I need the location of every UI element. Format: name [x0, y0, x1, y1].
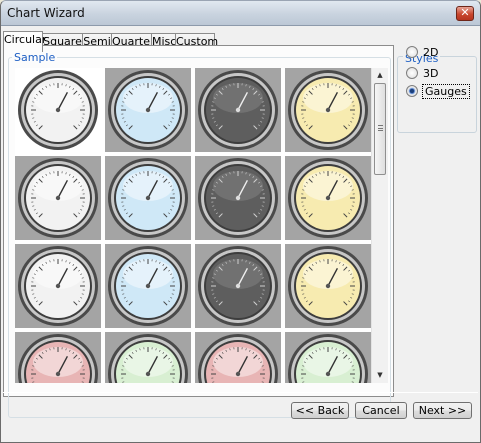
- gauge-thumbnail-blue[interactable]: [105, 68, 191, 152]
- back-button[interactable]: << Back: [291, 402, 349, 419]
- gauge-thumbnail-dark[interactable]: [195, 156, 281, 240]
- gauge-icon: [198, 246, 278, 326]
- style-option-2d[interactable]: 2D: [406, 45, 438, 59]
- gauge-icon: [108, 70, 188, 150]
- sample-label: Sample: [12, 51, 58, 64]
- gauge-thumbnail-white[interactable]: [15, 244, 101, 328]
- style-option-label: 2D: [423, 45, 439, 59]
- style-option-label: 3D: [423, 66, 439, 80]
- gauge-icon: [198, 158, 278, 238]
- gauge-thumbnail-blue[interactable]: [105, 244, 191, 328]
- scroll-up-arrow-icon[interactable]: ▲: [372, 68, 388, 83]
- close-button[interactable]: ✕: [456, 6, 474, 21]
- gauge-icon: [18, 70, 98, 150]
- dialog-content: Circular Square Semi Quarter Misc Custom…: [1, 26, 480, 442]
- chart-wizard-window: Chart Wizard ✕ Circular Square Semi Quar…: [0, 0, 481, 443]
- cancel-button[interactable]: Cancel: [355, 402, 407, 419]
- scroll-down-arrow-icon[interactable]: ▼: [372, 368, 388, 383]
- gauge-icon: [18, 334, 98, 383]
- scroll-thumb[interactable]: [374, 83, 386, 175]
- style-option-3d[interactable]: 3D: [406, 66, 438, 80]
- footer-divider: [3, 392, 478, 393]
- gauge-thumbnail-red[interactable]: [195, 332, 281, 383]
- gauge-icon: [288, 334, 368, 383]
- next-button[interactable]: Next >>: [413, 402, 472, 419]
- window-title: Chart Wizard: [7, 6, 85, 20]
- radio-2d[interactable]: [406, 46, 418, 58]
- radio-gauges[interactable]: [406, 85, 418, 97]
- gauge-icon: [108, 246, 188, 326]
- tab-label: Circular: [4, 33, 47, 46]
- gauge-thumbnail-green[interactable]: [285, 332, 371, 383]
- gauge-icon: [198, 334, 278, 383]
- gauge-thumbnail-yellow[interactable]: [285, 244, 371, 328]
- gauge-icon: [198, 70, 278, 150]
- gauge-icon: [18, 246, 98, 326]
- tab-circular[interactable]: Circular: [3, 31, 47, 52]
- gauge-gallery: [15, 68, 374, 383]
- gauge-thumbnail-blue[interactable]: [105, 156, 191, 240]
- close-icon: ✕: [460, 6, 470, 19]
- gauge-thumbnail-red[interactable]: [15, 332, 101, 383]
- gauge-thumbnail-white[interactable]: [15, 68, 101, 152]
- gauge-thumbnail-white[interactable]: [15, 156, 101, 240]
- gauge-icon: [288, 70, 368, 150]
- gauge-icon: [288, 246, 368, 326]
- style-option-label: Gauges: [422, 83, 470, 99]
- grip-icon: [378, 125, 383, 131]
- radio-3d[interactable]: [406, 67, 418, 79]
- style-option-gauges[interactable]: Gauges: [406, 83, 470, 99]
- gauge-thumbnail-green[interactable]: [105, 332, 191, 383]
- gauge-thumbnail-dark[interactable]: [195, 68, 281, 152]
- gauge-thumbnail-yellow[interactable]: [285, 156, 371, 240]
- gauge-icon: [108, 158, 188, 238]
- gauge-icon: [18, 158, 98, 238]
- gallery-scrollbar[interactable]: ▲ ▼: [371, 68, 388, 383]
- gauge-thumbnail-yellow[interactable]: [285, 68, 371, 152]
- gauge-thumbnail-dark[interactable]: [195, 244, 281, 328]
- gauge-icon: [288, 158, 368, 238]
- gauge-icon: [108, 334, 188, 383]
- title-bar: Chart Wizard ✕: [1, 1, 480, 26]
